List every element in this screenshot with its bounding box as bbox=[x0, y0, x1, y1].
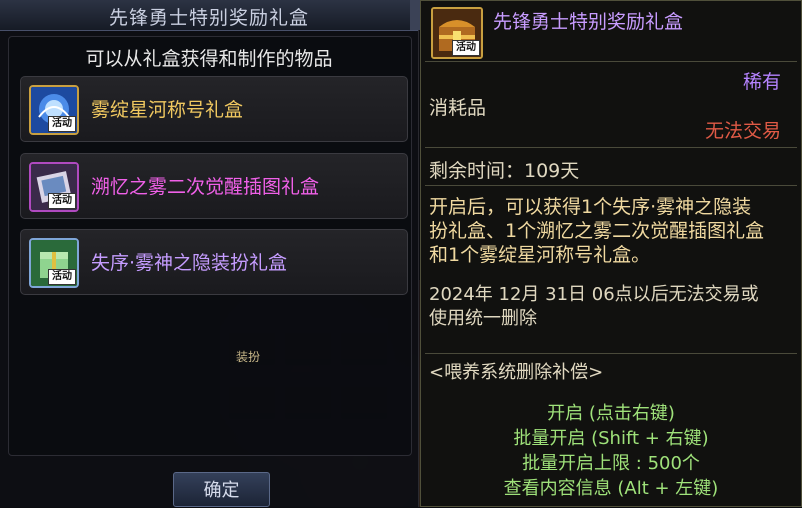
item-name: 失序·雾神之隐装扮礼盒 bbox=[91, 252, 288, 274]
event-tag: 活动 bbox=[48, 193, 76, 209]
inventory-slot-label: 装扮 bbox=[236, 350, 261, 364]
treasure-chest-icon: 活动 bbox=[431, 7, 483, 59]
usage-hint: 批量开启 (Shift + 右键) bbox=[513, 428, 709, 449]
costume-box-icon: 活动 bbox=[29, 238, 79, 288]
contents-subheading: 可以从礼盒获得和制作的物品 bbox=[85, 48, 333, 70]
gift-box-contents-dialog: 先锋勇士特别奖励礼盒 可以从礼盒获得和制作的物品 活动 雾绽星河称号礼盒 活动 … bbox=[0, 0, 420, 507]
divider bbox=[425, 353, 797, 354]
event-tag: 活动 bbox=[48, 269, 76, 285]
compensation-note: <喂养系统删除补偿> bbox=[429, 362, 604, 383]
event-tag: 活动 bbox=[48, 116, 76, 132]
list-item[interactable]: 活动 失序·雾神之隐装扮礼盒 bbox=[20, 229, 408, 295]
dialog-title: 先锋勇士特别奖励礼盒 bbox=[108, 7, 309, 29]
illustration-box-icon: 活动 bbox=[29, 162, 79, 212]
divider bbox=[425, 147, 797, 148]
item-description: 开启后，可以获得1个失序·雾神之隐装扮礼盒、1个溯忆之雾二次觉醒插图礼盒和1个雾… bbox=[429, 196, 765, 266]
remaining-time: 剩余时间：109天 bbox=[429, 160, 580, 182]
item-type: 消耗品 bbox=[429, 97, 487, 119]
rarity-label: 稀有 bbox=[742, 71, 781, 93]
item-name: 雾绽星河称号礼盒 bbox=[91, 99, 244, 121]
item-name: 溯忆之雾二次觉醒插图礼盒 bbox=[91, 176, 320, 198]
trade-status: 无法交易 bbox=[704, 120, 781, 142]
event-tag: 活动 bbox=[452, 40, 480, 56]
usage-hint: 批量开启上限 : 500个 bbox=[522, 453, 700, 474]
list-item[interactable]: 活动 溯忆之雾二次觉醒插图礼盒 bbox=[20, 153, 408, 219]
expiry-notice: 2024年 12月 31日 06点以后无法交易或使用统一删除 bbox=[429, 284, 759, 329]
title-box-icon: 活动 bbox=[29, 85, 79, 135]
dialog-titlebar[interactable]: 先锋勇士特别奖励礼盒 bbox=[0, 0, 418, 31]
list-item[interactable]: 活动 雾绽星河称号礼盒 bbox=[20, 76, 408, 142]
usage-hint: 开启 (点击右键) bbox=[547, 403, 675, 424]
confirm-button[interactable]: 确定 bbox=[173, 472, 270, 507]
dialog-edge-handle bbox=[410, 0, 420, 30]
item-tooltip: 活动 先锋勇士特别奖励礼盒 稀有 消耗品 无法交易 剩余时间：109天 开启后，… bbox=[420, 0, 802, 507]
divider bbox=[425, 61, 797, 62]
tooltip-title: 先锋勇士特别奖励礼盒 bbox=[493, 11, 684, 33]
divider bbox=[425, 185, 797, 186]
usage-hint: 查看内容信息 (Alt + 左键) bbox=[503, 478, 719, 499]
